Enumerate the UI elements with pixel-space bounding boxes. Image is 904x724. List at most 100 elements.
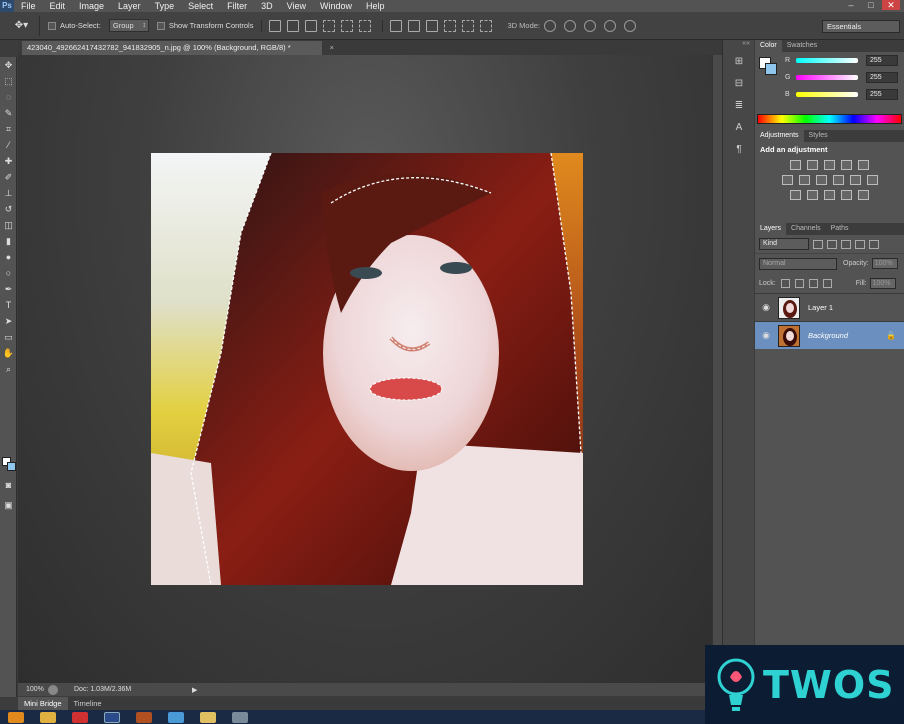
channel-mixer-icon[interactable] <box>849 175 861 185</box>
utility-icon[interactable] <box>232 711 248 723</box>
marquee-tool-icon[interactable]: ⬚ <box>0 73 17 89</box>
3d-rotate-icon[interactable] <box>544 19 557 32</box>
screen-mode-icon[interactable]: ▣ <box>0 497 17 513</box>
levels-icon[interactable] <box>807 160 818 170</box>
visibility-eye-icon[interactable]: ◉ <box>759 330 773 341</box>
maximize-button[interactable]: □ <box>862 0 880 10</box>
menu-filter[interactable]: Filter <box>220 0 254 12</box>
zoom-options-icon[interactable] <box>48 684 58 695</box>
type-tool-icon[interactable]: T <box>0 297 17 313</box>
3d-roll-icon[interactable] <box>564 19 577 32</box>
menu-type[interactable]: Type <box>148 0 182 12</box>
hue-saturation-icon[interactable] <box>781 175 793 185</box>
3d-drag-icon[interactable] <box>584 19 597 32</box>
align-bottom-icon[interactable] <box>305 19 318 32</box>
tab-styles[interactable]: Styles <box>804 130 833 142</box>
menu-layer[interactable]: Layer <box>111 0 148 12</box>
folder-icon[interactable] <box>40 711 56 723</box>
slider-r[interactable] <box>796 58 858 63</box>
gradient-tool-icon[interactable]: ▮ <box>0 233 17 249</box>
lasso-tool-icon[interactable]: ◌ <box>0 89 17 105</box>
posterize-icon[interactable] <box>807 190 818 200</box>
quick-mask-icon[interactable]: ◙ <box>0 477 17 493</box>
channel-value-b[interactable]: 255 <box>866 89 898 100</box>
character-panel-icon[interactable]: A <box>729 118 749 136</box>
exposure-icon[interactable] <box>841 160 852 170</box>
lock-transparency-icon[interactable] <box>780 278 790 288</box>
tab-color[interactable]: Color <box>755 40 782 52</box>
align-vcenter-icon[interactable] <box>287 19 300 32</box>
photo-filter-icon[interactable] <box>832 175 844 185</box>
align-right-icon[interactable] <box>359 19 372 32</box>
history-panel-icon[interactable]: ⊞ <box>729 52 749 70</box>
lock-position-icon[interactable] <box>808 278 818 288</box>
slider-b[interactable] <box>796 92 858 97</box>
channel-value-g[interactable]: 255 <box>866 72 898 83</box>
menu-view[interactable]: View <box>280 0 313 12</box>
lock-pixels-icon[interactable] <box>794 278 804 288</box>
lock-all-icon[interactable] <box>822 278 832 288</box>
color-swatches[interactable] <box>2 457 16 471</box>
filter-adjustment-icon[interactable] <box>827 239 837 249</box>
photoshop-taskbar-icon[interactable] <box>104 711 120 723</box>
align-hcenter-icon[interactable] <box>341 19 354 32</box>
menu-edit[interactable]: Edit <box>43 0 73 12</box>
menu-window[interactable]: Window <box>313 0 359 12</box>
skype-icon[interactable] <box>168 711 184 723</box>
auto-select-dropdown[interactable]: Group <box>108 19 149 32</box>
blend-mode-dropdown[interactable]: Normal <box>759 257 837 270</box>
stamp-tool-icon[interactable]: ⊥ <box>0 185 17 201</box>
document-tab-close-button[interactable]: × <box>330 41 334 55</box>
zoom-level[interactable]: 100% <box>18 686 48 693</box>
color-balance-icon[interactable] <box>798 175 810 185</box>
color-spectrum[interactable] <box>757 114 902 124</box>
menu-help[interactable]: Help <box>359 0 392 12</box>
threshold-icon[interactable] <box>824 190 835 200</box>
document-photo[interactable] <box>151 153 583 585</box>
canvas-scrollbar[interactable] <box>712 55 722 683</box>
3d-slide-icon[interactable] <box>604 19 617 32</box>
filter-shape-icon[interactable] <box>855 239 865 249</box>
layer-row-layer-1[interactable]: ◉ Layer 1 <box>755 293 904 321</box>
tab-swatches[interactable]: Swatches <box>782 40 822 52</box>
document-tab[interactable]: 423040_492662417432782_941832905_n.jpg @… <box>22 41 334 55</box>
brush-tool-icon[interactable]: ✐ <box>0 169 17 185</box>
auto-select-checkbox[interactable] <box>48 21 56 30</box>
invert-icon[interactable] <box>790 190 801 200</box>
gradient-map-icon[interactable] <box>841 190 852 200</box>
zoom-tool-icon[interactable]: ⌕ <box>0 361 17 377</box>
tab-layers[interactable]: Layers <box>755 223 787 235</box>
blur-tool-icon[interactable]: ● <box>0 249 17 265</box>
layer-row-background[interactable]: ◉ Background 🔒 <box>755 321 904 349</box>
distribute-bottom-icon[interactable] <box>426 19 439 32</box>
distribute-left-icon[interactable] <box>444 19 457 32</box>
workspace-switcher[interactable]: Essentials <box>822 20 900 33</box>
crop-tool-icon[interactable]: ⌗ <box>0 121 17 137</box>
3d-scale-icon[interactable] <box>624 19 637 32</box>
paragraph-panel-icon[interactable]: ¶ <box>729 140 749 158</box>
move-tool-icon[interactable]: ✥ <box>0 57 17 73</box>
healing-tool-icon[interactable]: ✚ <box>0 153 17 169</box>
brightness-icon[interactable] <box>790 160 801 170</box>
eraser-tool-icon[interactable]: ◫ <box>0 217 17 233</box>
status-menu-arrow[interactable]: ▶ <box>192 686 197 694</box>
color-background-swatch[interactable] <box>765 63 777 75</box>
collapse-dock-icon[interactable]: «« <box>723 40 754 48</box>
show-transform-checkbox[interactable] <box>156 21 165 30</box>
slider-g[interactable] <box>796 75 858 80</box>
filter-pixel-icon[interactable] <box>813 239 823 249</box>
quick-select-tool-icon[interactable]: ✎ <box>0 105 17 121</box>
fill-field[interactable]: 100% <box>869 277 896 289</box>
brush-panel-icon[interactable]: ≣ <box>729 96 749 114</box>
app-taskbar-icon[interactable] <box>136 711 152 723</box>
distribute-right-icon[interactable] <box>480 19 493 32</box>
filter-type-icon[interactable] <box>841 239 851 249</box>
browser-icon[interactable] <box>72 711 88 723</box>
path-select-tool-icon[interactable]: ➤ <box>0 313 17 329</box>
vibrance-icon[interactable] <box>858 160 869 170</box>
curves-icon[interactable] <box>824 160 835 170</box>
properties-panel-icon[interactable]: ⊟ <box>729 74 749 92</box>
tab-mini-bridge[interactable]: Mini Bridge <box>18 697 68 710</box>
filter-smart-icon[interactable] <box>869 239 879 249</box>
eyedropper-tool-icon[interactable]: ⁄ <box>0 137 17 153</box>
